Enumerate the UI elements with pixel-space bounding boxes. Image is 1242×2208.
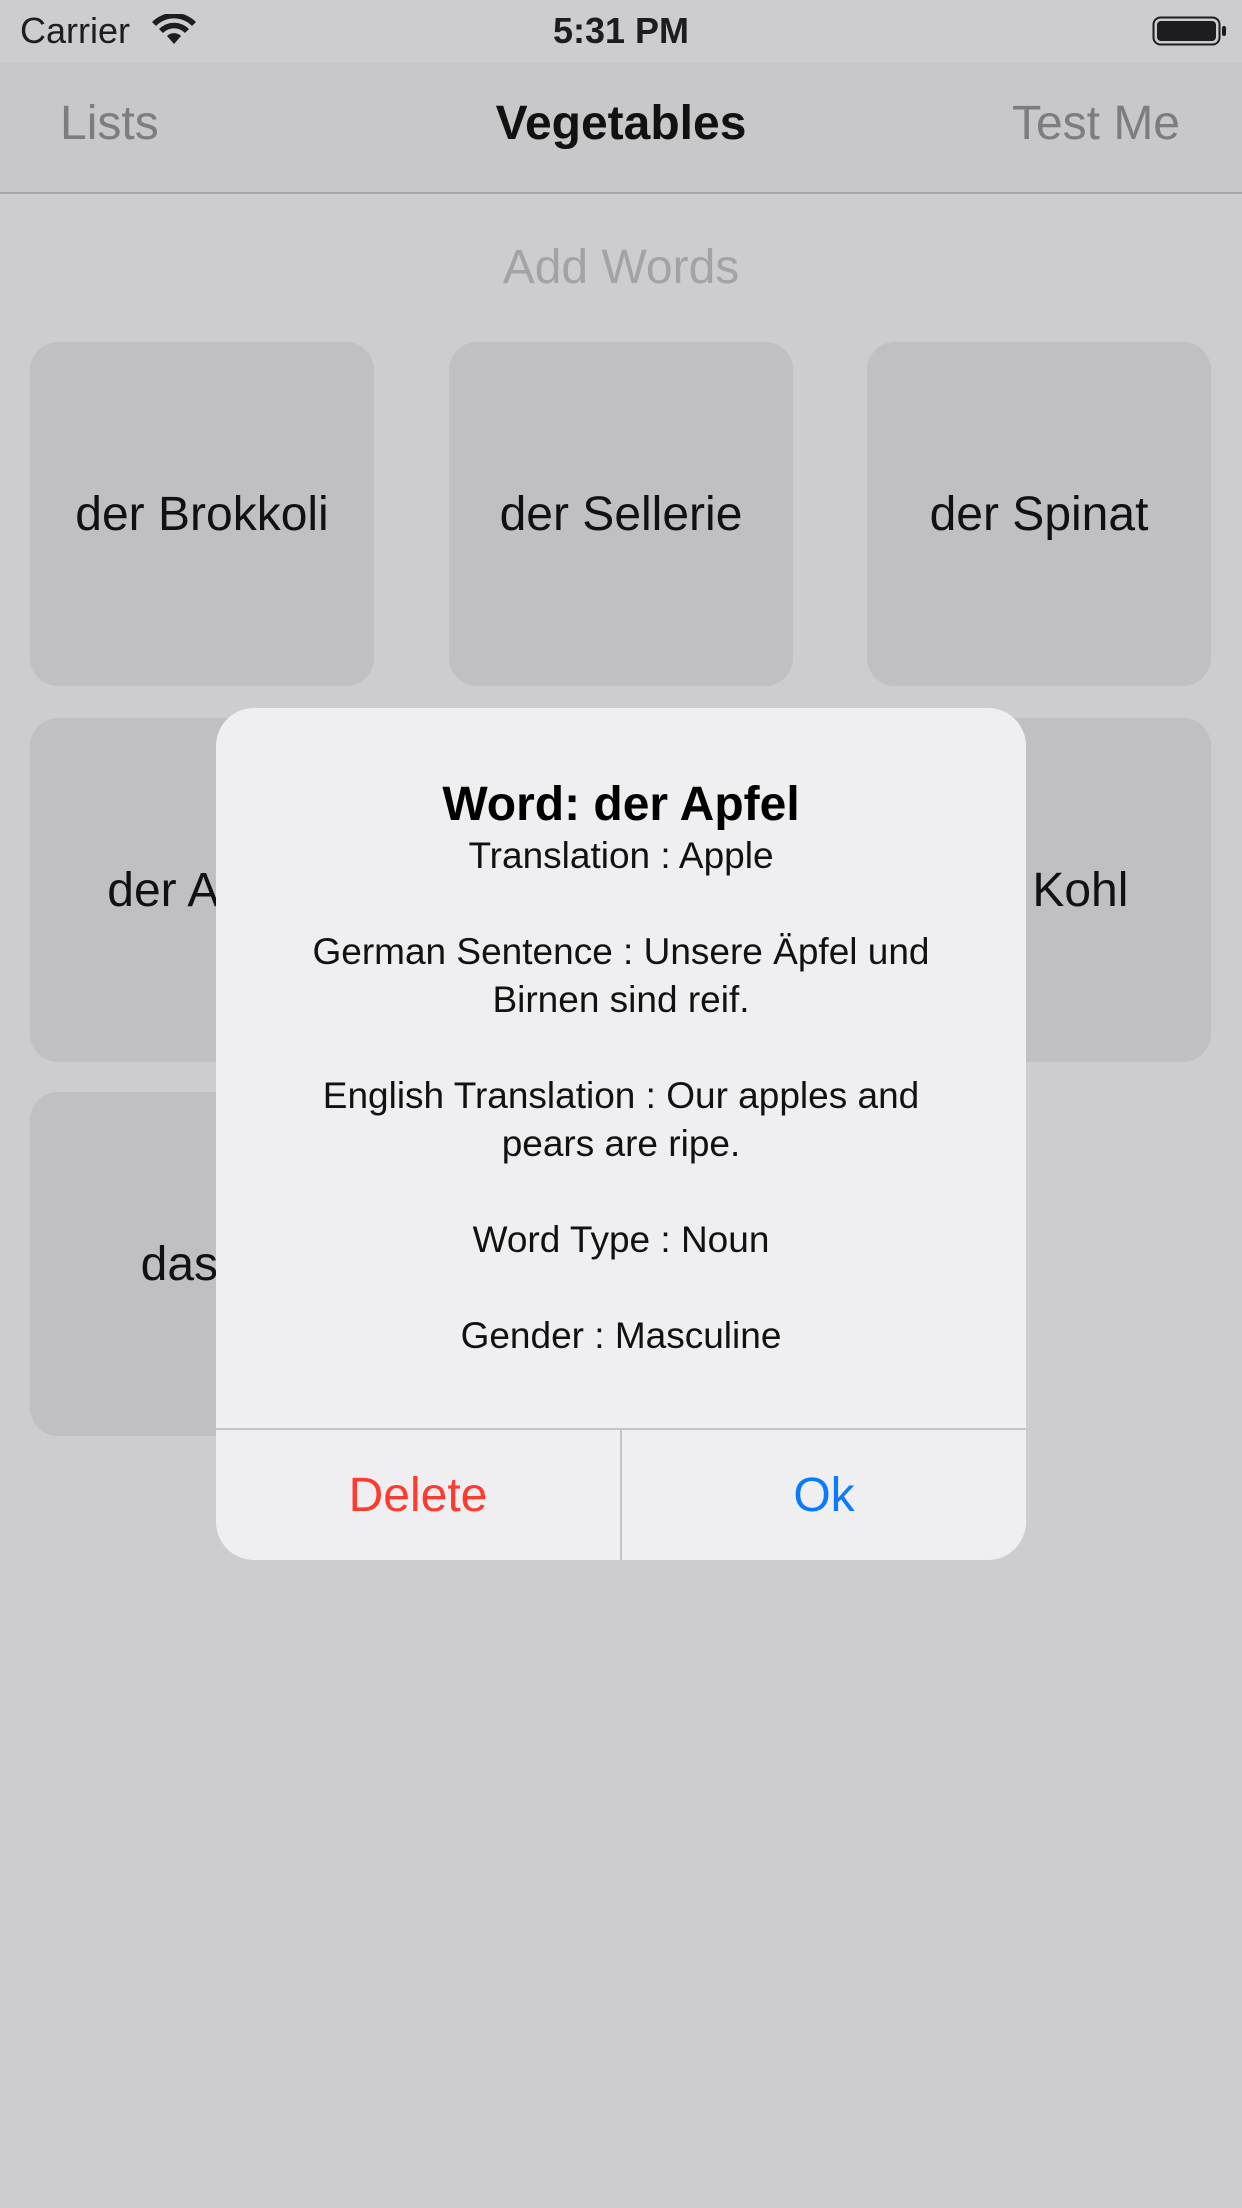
status-bar: Carrier 5:31 PM [0,0,1242,62]
test-me-button[interactable]: Test Me [1012,94,1180,154]
word-type-text: Word Type : Noun [472,1219,770,1260]
delete-button[interactable]: Delete [216,1430,620,1560]
word-card-label: der Brokkoli [75,487,329,541]
word-card[interactable]: der Sellerie [449,342,793,686]
alert-title: Word: der Apfel [442,778,800,831]
app-screen: Carrier 5:31 PM Lists Vegetables Test Me… [0,0,1242,2208]
translation-text: Translation : Apple [468,835,774,876]
word-card-label: der Spinat [929,487,1149,541]
navigation-bar: Lists Vegetables Test Me [0,62,1242,194]
add-words-button[interactable]: Add Words [0,238,1242,298]
ok-button[interactable]: Ok [622,1430,1026,1560]
gender-text: Gender : Masculine [460,1315,782,1356]
battery-icon [1152,16,1226,46]
german-sentence-text: German Sentence : Unsere Äpfel und Birne… [312,931,930,1020]
alert-message: Translation : Apple German Sentence : Un… [276,832,966,1360]
word-card[interactable]: der Spinat [867,342,1211,686]
english-translation-text: English Translation : Our apples and pea… [322,1075,920,1164]
status-time: 5:31 PM [552,10,690,51]
word-detail-alert: Word: der Apfel Translation : Apple Germ… [216,708,1026,1560]
word-card-label: der Sellerie [499,487,743,541]
word-card[interactable]: der Brokkoli [30,342,374,686]
